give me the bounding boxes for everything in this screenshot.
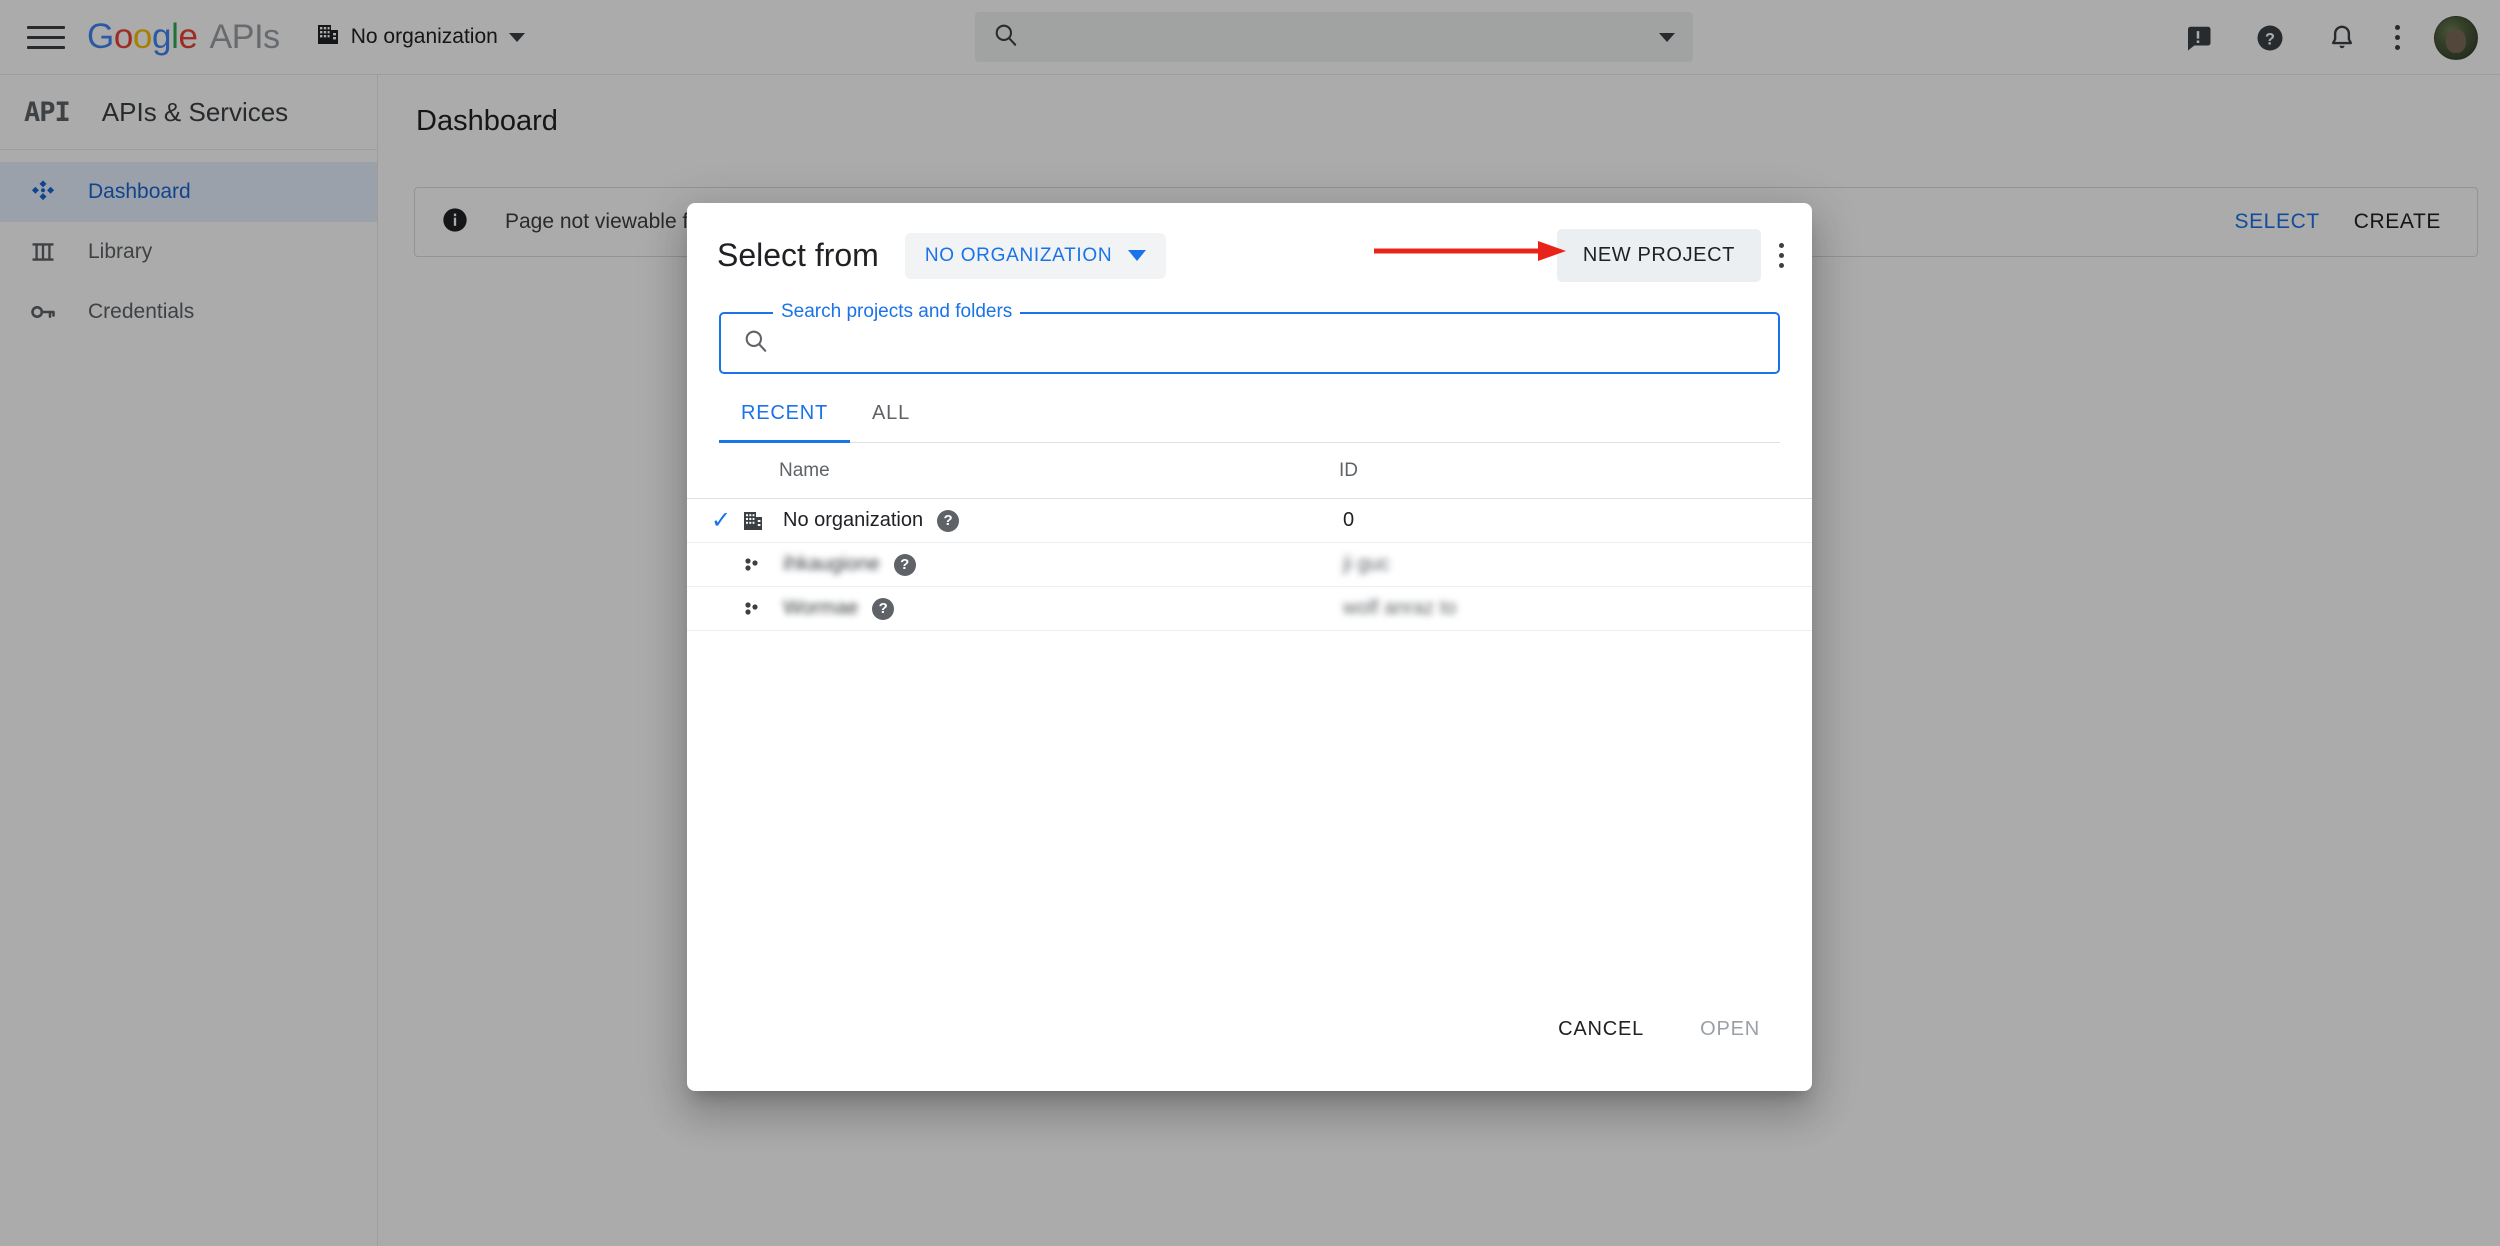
project-icon (741, 553, 779, 577)
table-row[interactable]: Wormae ? wolf anraz to (687, 587, 1812, 631)
organization-building-icon (741, 509, 779, 533)
tab-all[interactable]: ALL (850, 402, 932, 442)
help-icon[interactable]: ? (893, 553, 916, 576)
cancel-button[interactable]: CANCEL (1536, 1004, 1666, 1055)
projects-table: Name ID ✓ No organization ? 0 ihkaugione… (687, 443, 1812, 631)
project-icon (741, 597, 779, 621)
new-project-button[interactable]: NEW PROJECT (1556, 229, 1761, 282)
row-id-cell: 0 (1343, 509, 1355, 531)
table-row[interactable]: ✓ No organization ? 0 (687, 499, 1812, 543)
dialog-more-options-icon[interactable] (1779, 243, 1784, 268)
select-project-dialog: Select from NO ORGANIZATION NEW PROJECT … (687, 203, 1812, 1091)
chevron-down-icon (1128, 250, 1147, 261)
row-name-label: Wormae (783, 597, 859, 619)
dialog-header: Select from NO ORGANIZATION NEW PROJECT (687, 203, 1812, 282)
tab-recent[interactable]: RECENT (719, 402, 851, 443)
dialog-footer: CANCEL OPEN (687, 1004, 1812, 1091)
dialog-tabs: RECENT ALL (719, 402, 1780, 443)
row-selected-checkmark-icon: ✓ (711, 506, 732, 534)
row-name-label: ihkaugione (783, 553, 880, 575)
row-id-cell: ji guc (1343, 553, 1390, 575)
row-name-cell: Wormae ? (783, 597, 1343, 620)
organization-scope-label: NO ORGANIZATION (924, 244, 1113, 266)
column-header-name: Name (779, 459, 830, 481)
row-id-cell: wolf anraz to (1343, 597, 1457, 619)
dialog-title: Select from (717, 237, 879, 273)
row-name-cell: ihkaugione ? (783, 553, 1343, 576)
search-field-legend: Search projects and folders (773, 302, 1021, 322)
help-icon[interactable]: ? (872, 597, 895, 620)
table-row[interactable]: ihkaugione ? ji guc (687, 543, 1812, 587)
organization-scope-chip[interactable]: NO ORGANIZATION (904, 232, 1167, 279)
row-name-cell: No organization ? (783, 509, 1343, 532)
search-projects-field[interactable]: Search projects and folders (719, 302, 1780, 374)
app-root: Google APIs No organization ? API APIs &… (0, 0, 2500, 1246)
search-projects-input[interactable] (785, 314, 1756, 372)
search-icon (743, 328, 769, 359)
column-header-id: ID (1339, 459, 1358, 481)
table-header-row: Name ID (687, 443, 1812, 499)
dialog-header-actions: NEW PROJECT (1556, 229, 1784, 282)
row-name-label: No organization (783, 509, 924, 531)
help-icon[interactable]: ? (937, 509, 960, 532)
dialog-search-container: Search projects and folders (687, 282, 1812, 374)
open-button: OPEN (1678, 1004, 1782, 1055)
